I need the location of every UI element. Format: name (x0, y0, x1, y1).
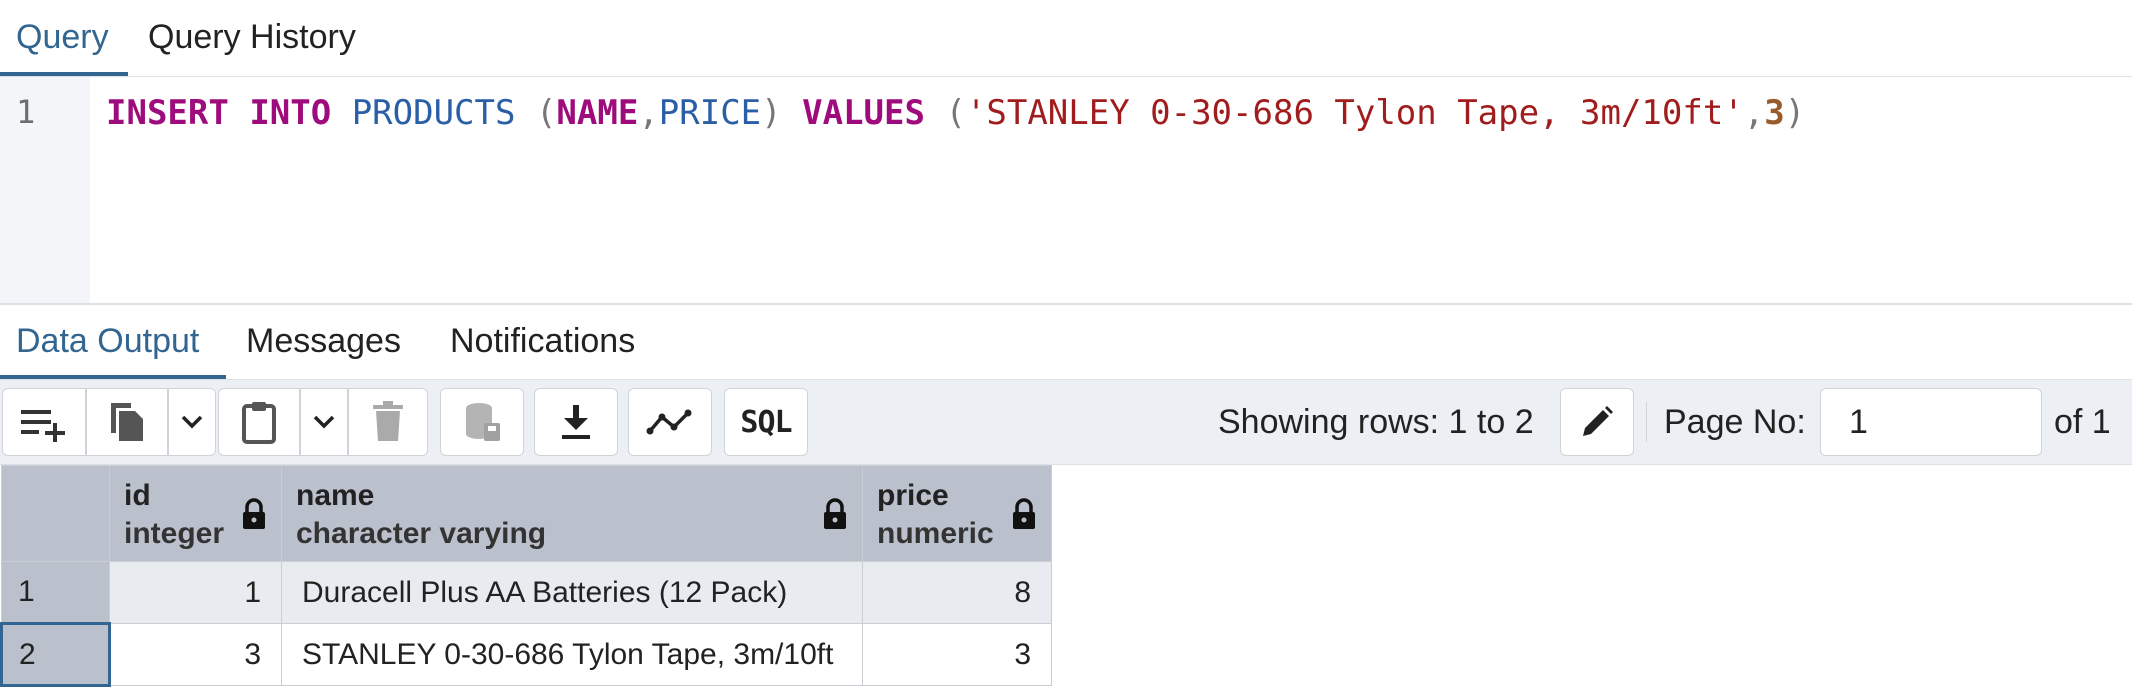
tab-notifications[interactable]: Notifications (450, 305, 635, 379)
output-tab-bar: Data Output Messages Notifications (0, 305, 2132, 380)
price-cell[interactable]: 3 (862, 623, 1052, 686)
line-number: 1 (16, 93, 36, 131)
lock-icon (1013, 498, 1035, 529)
save-data-icon (466, 403, 500, 441)
table-identifier: PRODUCTS (351, 93, 516, 133)
string-literal: 'STANLEY 0-30-686 Tylon Tape, 3m/10ft' (965, 93, 1744, 133)
row-number-header[interactable] (1, 465, 110, 562)
row-number-cell[interactable]: 2 (0, 622, 111, 687)
sql-button[interactable]: SQL (724, 388, 808, 456)
query-tab-bar: Query Query History (0, 0, 2132, 77)
line-gutter: 1 (0, 77, 90, 303)
tab-data-output[interactable]: Data Output (0, 305, 226, 379)
table-row[interactable]: 2 3 STANLEY 0-30-686 Tylon Tape, 3m/10ft… (0, 622, 1052, 687)
price-cell[interactable]: 8 (862, 561, 1052, 624)
tab-messages[interactable]: Messages (246, 305, 401, 379)
graph-visualiser-button[interactable] (628, 388, 712, 456)
toolbar-divider (1646, 402, 1647, 442)
column-header-id[interactable]: id integer (109, 465, 282, 562)
column-price-identifier: PRICE (658, 93, 762, 133)
copy-options-dropdown[interactable] (168, 388, 216, 456)
tab-query-history[interactable]: Query History (148, 0, 356, 76)
copy-icon (111, 403, 143, 441)
keyword-values: VALUES (802, 93, 925, 133)
pencil-icon (1583, 406, 1613, 436)
id-cell[interactable]: 1 (109, 561, 282, 624)
name-cell[interactable]: Duracell Plus AA Batteries (12 Pack) (281, 561, 863, 624)
data-toolbar: SQL Showing rows: 1 to 2 Page No: of 1 (0, 380, 2132, 465)
number-literal: 3 (1764, 93, 1785, 133)
column-type: numeric (877, 517, 994, 550)
name-cell[interactable]: STANLEY 0-30-686 Tylon Tape, 3m/10ft (281, 623, 863, 686)
paste-button[interactable] (218, 388, 300, 456)
rows-status: Showing rows: 1 to 2 (1218, 403, 1534, 441)
lock-icon (824, 498, 846, 529)
table-row[interactable]: 1 1 Duracell Plus AA Batteries (12 Pack)… (1, 561, 1052, 624)
delete-button[interactable] (348, 388, 428, 456)
id-cell[interactable]: 3 (109, 623, 282, 686)
chevron-down-icon (181, 415, 203, 429)
sql-label: SQL (740, 404, 792, 440)
add-row-icon (21, 410, 65, 442)
comma: , (1743, 93, 1765, 133)
open-paren: ( (535, 93, 557, 133)
page-number-label: Page No: (1664, 403, 1806, 441)
column-type: character varying (296, 517, 547, 550)
sql-editor[interactable]: 1 INSERT INTO PRODUCTS (NAME,PRICE) VALU… (0, 77, 2132, 305)
paste-icon (242, 402, 276, 444)
tab-query[interactable]: Query (0, 0, 128, 76)
column-header-name[interactable]: name character varying (281, 465, 863, 562)
graph-icon (646, 409, 692, 435)
chevron-down-icon (313, 415, 335, 429)
row-number-cell[interactable]: 1 (1, 561, 110, 624)
column-name-keyword: NAME (556, 93, 639, 133)
page-number-input[interactable] (1820, 388, 2042, 456)
delete-icon (373, 401, 403, 441)
column-name: id (124, 479, 151, 512)
open-paren: ( (945, 93, 966, 133)
save-data-button[interactable] (440, 388, 524, 456)
keyword-into: INTO (249, 93, 332, 133)
page-count-label: of 1 (2054, 403, 2111, 441)
add-row-button[interactable] (2, 388, 86, 456)
edit-page-button[interactable] (1560, 388, 1634, 456)
comma: , (638, 93, 659, 133)
lock-icon (243, 498, 265, 529)
column-type: integer (124, 517, 225, 550)
column-name: price (877, 479, 949, 512)
code-line[interactable]: INSERT INTO PRODUCTS (NAME,PRICE) VALUES… (106, 91, 1805, 135)
download-button[interactable] (534, 388, 618, 456)
download-icon (562, 405, 590, 439)
copy-button[interactable] (86, 388, 168, 456)
column-header-price[interactable]: price numeric (862, 465, 1052, 562)
column-name: name (296, 479, 375, 512)
paste-options-dropdown[interactable] (300, 388, 348, 456)
results-grid: id integer name character varying price … (0, 465, 1052, 687)
close-paren: ) (761, 93, 782, 133)
keyword-insert: INSERT (106, 93, 229, 133)
close-paren: ) (1784, 93, 1806, 133)
